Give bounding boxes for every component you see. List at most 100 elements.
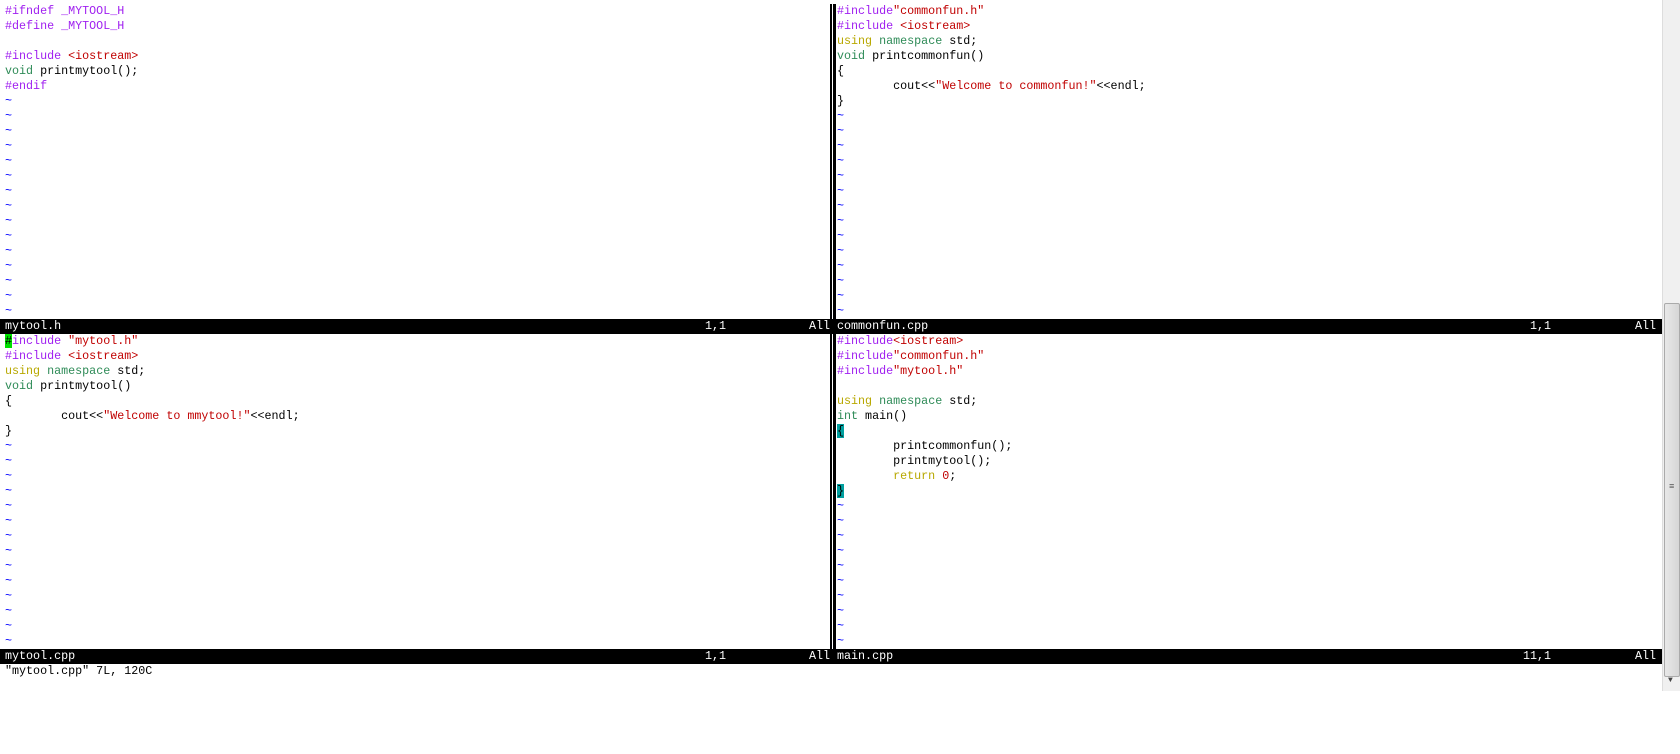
- status-scroll: All: [1635, 319, 1657, 333]
- vertical-split-divider[interactable]: [830, 334, 836, 649]
- code-line: cout<<"Welcome to mmytool!"<<endl;: [0, 409, 830, 424]
- empty-line-tilde: ~: [5, 109, 13, 123]
- code-line: {: [0, 394, 830, 409]
- code-token: <iostream>: [893, 334, 964, 348]
- editor-pane-commonfun-cpp[interactable]: #include"commonfun.h" #include <iostream>…: [832, 4, 1662, 319]
- code-token: #endif: [5, 79, 48, 93]
- code-token: namespace: [879, 34, 943, 48]
- empty-line-tilde: ~: [837, 559, 845, 573]
- empty-line-tilde: ~: [837, 229, 845, 243]
- code-token: <iostream>: [68, 49, 139, 63]
- status-scroll: All: [1635, 649, 1657, 663]
- empty-line-tilde: ~: [837, 514, 845, 528]
- code-line: #include"mytool.h": [832, 364, 1662, 379]
- status-position: 1,1: [1530, 319, 1552, 333]
- code-token: #include: [837, 349, 894, 363]
- code-line: return 0;: [832, 469, 1662, 484]
- code-line: }: [0, 424, 830, 439]
- vertical-split-divider[interactable]: [830, 4, 836, 319]
- grip-icon: ≡: [1669, 482, 1675, 492]
- status-position: 1,1: [705, 319, 727, 333]
- empty-line-tilde: ~: [5, 169, 13, 183]
- code-token: #include: [837, 19, 901, 33]
- empty-line-tilde: ~: [837, 124, 845, 138]
- code-token: "Welcome to commonfun!": [935, 79, 1097, 93]
- empty-line-tilde: ~: [837, 634, 845, 648]
- code-token: cout<<: [5, 409, 104, 423]
- code-line: void printmytool();: [0, 64, 830, 79]
- code-token: std;: [942, 394, 978, 408]
- code-token: using: [837, 394, 873, 408]
- code-line: {: [832, 424, 1662, 439]
- scrollbar-thumb[interactable]: ≡: [1664, 303, 1680, 677]
- empty-line-tilde: ~: [837, 499, 845, 513]
- code-token: <<endl;: [250, 409, 300, 423]
- empty-line-tilde: ~: [837, 304, 845, 318]
- code-line: }: [832, 94, 1662, 109]
- code-token: #define _MYTOOL_H: [5, 19, 125, 33]
- status-position: 1,1: [705, 649, 727, 663]
- code-token: void: [5, 64, 34, 78]
- code-line: #include <iostream>: [832, 19, 1662, 34]
- status-filename: commonfun.cpp: [837, 319, 929, 333]
- code-token: return: [893, 469, 936, 483]
- empty-line-tilde: ~: [837, 214, 845, 228]
- empty-line-tilde: ~: [837, 604, 845, 618]
- empty-line-tilde: ~: [837, 544, 845, 558]
- matching-brace: {: [837, 424, 845, 438]
- matching-brace: }: [837, 484, 845, 498]
- code-token: void: [837, 49, 866, 63]
- editor-pane-main-cpp[interactable]: #include<iostream> #include"commonfun.h" #…: [832, 334, 1662, 649]
- code-token: printcommonfun(): [865, 49, 985, 63]
- code-token: "mytool.h": [893, 364, 964, 378]
- empty-line-tilde: ~: [5, 94, 13, 108]
- command-line: "mytool.cpp" 7L, 120C: [5, 664, 153, 678]
- code-token: <iostream>: [900, 19, 971, 33]
- code-line: #include <iostream>: [0, 349, 830, 364]
- empty-line-tilde: ~: [837, 274, 845, 288]
- status-bar-bottom[interactable]: mytool.cpp 1,1 All main.cpp 11,1 All: [0, 649, 1662, 664]
- empty-line-tilde: ~: [5, 454, 13, 468]
- code-token: std;: [942, 34, 978, 48]
- code-token: printcommonfun();: [837, 439, 1013, 453]
- code-token: #include: [5, 349, 69, 363]
- empty-line-tilde: ~: [5, 244, 13, 258]
- code-line: printcommonfun();: [832, 439, 1662, 454]
- empty-line-tilde: ~: [5, 484, 13, 498]
- empty-line-tilde: ~: [837, 244, 845, 258]
- empty-line-tilde: ~: [5, 139, 13, 153]
- editor-pane-mytool-cpp[interactable]: #include "mytool.h"#include <iostream>us…: [0, 334, 830, 649]
- empty-line-tilde: ~: [5, 469, 13, 483]
- code-token: namespace: [47, 364, 111, 378]
- status-scroll: All: [809, 319, 831, 333]
- empty-line-tilde: ~: [5, 529, 13, 543]
- editor-pane-mytool-h[interactable]: #ifndef _MYTOOL_H #define _MYTOOL_H #inclu…: [0, 4, 830, 319]
- code-line: #include <iostream>: [0, 49, 830, 64]
- empty-line-tilde: ~: [5, 304, 13, 318]
- code-token: #include: [837, 334, 894, 348]
- empty-line-tilde: ~: [5, 124, 13, 138]
- empty-line-tilde: ~: [5, 199, 13, 213]
- status-bar-top[interactable]: mytool.h 1,1 All commonfun.cpp 1,1 All: [0, 319, 1662, 334]
- code-line: #define _MYTOOL_H: [0, 19, 830, 34]
- code-token: printmytool();: [837, 454, 992, 468]
- status-filename: mytool.cpp: [5, 649, 76, 663]
- code-line: #endif: [0, 79, 830, 94]
- empty-line-tilde: ~: [5, 604, 13, 618]
- scroll-down-arrow-icon[interactable]: ▼: [1668, 676, 1673, 685]
- empty-line-tilde: ~: [5, 499, 13, 513]
- code-token: printmytool();: [33, 64, 139, 78]
- code-line: #ifndef _MYTOOL_H: [0, 4, 830, 19]
- code-line: #include "mytool.h": [0, 334, 830, 349]
- code-line: }: [832, 484, 1662, 499]
- status-position: 11,1: [1523, 649, 1552, 663]
- empty-line-tilde: ~: [5, 229, 13, 243]
- code-token: ;: [949, 469, 957, 483]
- empty-line-tilde: ~: [5, 184, 13, 198]
- empty-line-tilde: ~: [5, 439, 13, 453]
- vertical-scrollbar[interactable]: ≡ ▼: [1662, 0, 1680, 691]
- code-line: int main(): [832, 409, 1662, 424]
- code-token: <<endl;: [1096, 79, 1146, 93]
